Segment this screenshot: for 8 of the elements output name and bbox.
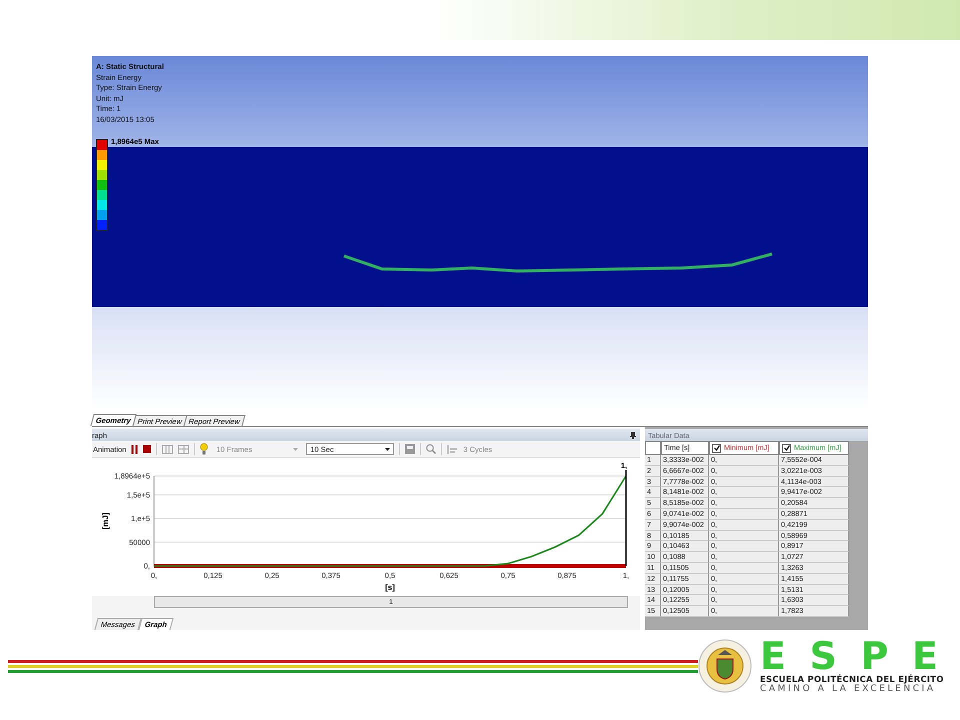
institution-motto: CAMINO A LA EXCELENCIA bbox=[760, 684, 937, 694]
logo-letter: P bbox=[860, 638, 888, 674]
logo-letter: E bbox=[912, 638, 938, 674]
logo-letter: S bbox=[810, 638, 837, 674]
logo-letter: E bbox=[760, 638, 786, 674]
y-axis-label: [mJ] bbox=[101, 512, 110, 530]
x-axis-label: [s] bbox=[385, 583, 395, 592]
institution-name: ESCUELA POLITÉCNICA DEL EJÉRCITO bbox=[760, 674, 944, 684]
